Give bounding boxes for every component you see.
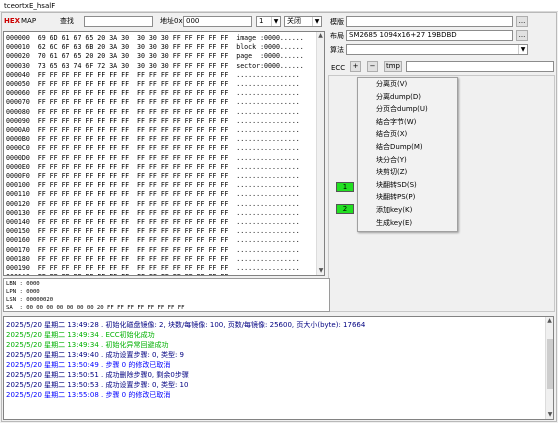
scroll-down-icon[interactable]: ▼ <box>317 267 325 275</box>
context-menu-items: 分离页(V) 分离dump(D) 分页合dump(U) 结合字节(W) 结合页(X) 结合… <box>358 78 457 229</box>
menu-item[interactable]: 块翻转PS(P) <box>358 191 457 204</box>
layout-label: 布局 <box>330 32 344 40</box>
page-select[interactable]: 1 ▼ <box>256 16 281 27</box>
address-status-pane: LBN : 0000 LPN : 0000 LSN : 00000020 SA : 0… <box>3 278 330 312</box>
status-line: LPN : 0000 <box>6 289 40 295</box>
menu-item[interactable]: 添加key(K) <box>358 204 457 217</box>
scroll-down-icon[interactable]: ▼ <box>546 411 554 419</box>
address-label: 地址0x <box>160 17 183 25</box>
log-line: 2025/5/20 星期二 13:50:51 . 成功删除步骤0, 剩余0步骤 <box>6 371 189 379</box>
map-mode-tag[interactable]: MAP <box>21 16 36 26</box>
template-label: 模版 <box>330 18 344 26</box>
hex-row[interactable]: 000140 FF FF FF FF FF FF FF FF FF FF FF … <box>6 218 324 227</box>
context-menu: 分离页(V) 分离dump(D) 分页合dump(U) 结合字节(W) 结合页(X) 结合… <box>357 77 458 232</box>
close-select[interactable]: 关闭 ▼ <box>284 16 322 27</box>
chevron-down-icon: ▼ <box>271 17 280 26</box>
menu-item[interactable]: 分页合dump(U) <box>358 103 457 116</box>
hex-row[interactable]: 000050 FF FF FF FF FF FF FF FF FF FF FF … <box>6 80 324 89</box>
close-select-value: 关闭 <box>287 17 301 25</box>
log-line: 2025/5/20 星期二 13:50:49 . 步骤 0 的修改已取消 <box>6 361 171 369</box>
log-line: 2025/5/20 星期二 13:49:28 . 初始化磁盘镜像: 2, 块数/… <box>6 321 366 329</box>
chevron-down-icon: ▼ <box>312 17 321 26</box>
scroll-up-icon[interactable]: ▲ <box>546 317 553 325</box>
hex-view[interactable]: 000000 69 6D 61 67 65 20 3A 30 30 30 30 … <box>3 31 325 276</box>
hex-row[interactable]: 000030 73 65 63 74 6F 72 3A 30 30 30 30 … <box>6 62 324 71</box>
hex-row[interactable]: 000090 FF FF FF FF FF FF FF FF FF FF FF … <box>6 117 324 126</box>
template-browse-button[interactable]: ... <box>516 16 528 27</box>
hex-row[interactable]: 0000F0 FF FF FF FF FF FF FF FF FF FF FF … <box>6 172 324 181</box>
hex-row[interactable]: 000060 FF FF FF FF FF FF FF FF FF FF FF … <box>6 89 324 98</box>
log-lines: 2025/5/20 星期二 13:49:28 . 初始化磁盘镜像: 2, 块数/… <box>4 317 553 400</box>
page-select-value: 1 <box>259 17 264 25</box>
hex-row[interactable]: 0000C0 FF FF FF FF FF FF FF FF FF FF FF … <box>6 144 324 153</box>
hex-row[interactable]: 000000 69 6D 61 67 65 20 3A 30 30 30 30 … <box>6 34 324 43</box>
menu-item[interactable]: 分离页(V) <box>358 78 457 91</box>
hex-row[interactable]: 000180 FF FF FF FF FF FF FF FF FF FF FF … <box>6 255 324 264</box>
hex-row[interactable]: 000170 FF FF FF FF FF FF FF FF FF FF FF … <box>6 246 324 255</box>
hex-rows: 000000 69 6D 61 67 65 20 3A 30 30 30 30 … <box>4 32 324 275</box>
search-input[interactable] <box>84 16 153 27</box>
hex-row[interactable]: 000100 FF FF FF FF FF FF FF FF FF FF FF … <box>6 181 324 190</box>
status-line: LBN : 0000 <box>6 281 40 287</box>
hex-row[interactable]: 000160 FF FF FF FF FF FF FF FF FF FF FF … <box>6 236 324 245</box>
hex-row[interactable]: 0001A0 FF FF FF FF FF FF FF FF FF FF FF … <box>6 273 324 275</box>
status-line: SA : 00 00 00 00 00 00 00 20 FF FF FF FF… <box>6 305 185 311</box>
log-line: 2025/5/20 星期二 13:55:08 . 步骤 0 的修改已取消 <box>6 391 171 399</box>
menu-item[interactable]: 块分合(Y) <box>358 154 457 167</box>
hex-row[interactable]: 0000B0 FF FF FF FF FF FF FF FF FF FF FF … <box>6 135 324 144</box>
hex-row[interactable]: 000150 FF FF FF FF FF FF FF FF FF FF FF … <box>6 227 324 236</box>
menu-item[interactable]: 分离dump(D) <box>358 91 457 104</box>
menu-item[interactable]: 结合字节(W) <box>358 116 457 129</box>
hex-row[interactable]: 000020 70 61 67 65 20 20 3A 30 30 30 30 … <box>6 52 324 61</box>
log-line: 2025/5/20 星期二 13:49:34 . 初始化异常回避成功 <box>6 341 169 349</box>
log-scroll-thumb[interactable] <box>547 339 553 389</box>
hex-row[interactable]: 000110 FF FF FF FF FF FF FF FF FF FF FF … <box>6 190 324 199</box>
hex-row[interactable]: 000190 FF FF FF FF FF FF FF FF FF FF FF … <box>6 264 324 273</box>
remove-step-button[interactable]: − <box>367 61 378 72</box>
step-2-button[interactable]: 2 <box>336 204 354 214</box>
log-pane[interactable]: 2025/5/20 星期二 13:49:28 . 初始化磁盘镜像: 2, 块数/… <box>3 316 554 420</box>
layout-input[interactable]: SM2685 1094x16+27 19BDBD <box>346 30 513 41</box>
scroll-up-icon[interactable]: ▲ <box>317 32 324 40</box>
hex-scrollbar[interactable]: ▲ ▼ <box>316 32 324 275</box>
status-lines: LBN : 0000 LPN : 0000 LSN : 00000020 SA : 0… <box>4 279 329 311</box>
template-input[interactable] <box>346 16 513 27</box>
log-scrollbar[interactable]: ▲ ▼ <box>545 317 553 419</box>
algorithm-label: 算法 <box>330 46 344 54</box>
address-input[interactable]: 000 <box>183 16 252 27</box>
hex-row[interactable]: 000130 FF FF FF FF FF FF FF FF FF FF FF … <box>6 209 324 218</box>
menu-item[interactable]: 块翻转SD(S) <box>358 179 457 192</box>
hex-row[interactable]: 0000A0 FF FF FF FF FF FF FF FF FF FF FF … <box>6 126 324 135</box>
log-line: 2025/5/20 星期二 13:50:53 . 成功设置步骤: 0, 类型: … <box>6 381 189 389</box>
chevron-down-icon: ▼ <box>518 45 527 54</box>
log-line: 2025/5/20 星期二 13:49:34 . ECC初始化成功 <box>6 331 155 339</box>
hex-row[interactable]: 000040 FF FF FF FF FF FF FF FF FF FF FF … <box>6 71 324 80</box>
search-label: 查找 <box>60 17 74 25</box>
menu-item[interactable]: 块剪切(Z) <box>358 166 457 179</box>
ecc-label: ECC <box>331 64 346 72</box>
hex-row[interactable]: 000070 FF FF FF FF FF FF FF FF FF FF FF … <box>6 98 324 107</box>
layout-browse-button[interactable]: ... <box>516 30 528 41</box>
hex-row[interactable]: 000010 62 6C 6F 63 6B 20 3A 30 30 30 30 … <box>6 43 324 52</box>
status-line: LSN : 00000020 <box>6 297 54 303</box>
hex-row[interactable]: 0000D0 FF FF FF FF FF FF FF FF FF FF FF … <box>6 154 324 163</box>
window-title: tceortxE_hsalF <box>0 0 558 12</box>
algorithm-select[interactable]: ▼ <box>346 44 528 55</box>
ecc-input[interactable] <box>406 61 554 72</box>
menu-item[interactable]: 结合Dump(M) <box>358 141 457 154</box>
hex-mode-tag[interactable]: HEX <box>4 16 20 26</box>
menu-item[interactable]: 结合页(X) <box>358 128 457 141</box>
step-1-button[interactable]: 1 <box>336 182 354 192</box>
log-line: 2025/5/20 星期二 13:49:40 . 成功设置步骤: 0, 类型: … <box>6 351 184 359</box>
hex-row[interactable]: 000080 FF FF FF FF FF FF FF FF FF FF FF … <box>6 108 324 117</box>
hex-row[interactable]: 000120 FF FF FF FF FF FF FF FF FF FF FF … <box>6 200 324 209</box>
hex-row[interactable]: 0000E0 FF FF FF FF FF FF FF FF FF FF FF … <box>6 163 324 172</box>
menu-item[interactable]: 生成key(E) <box>358 217 457 230</box>
tmp-button[interactable]: tmp <box>384 61 402 72</box>
add-step-button[interactable]: + <box>350 61 361 72</box>
